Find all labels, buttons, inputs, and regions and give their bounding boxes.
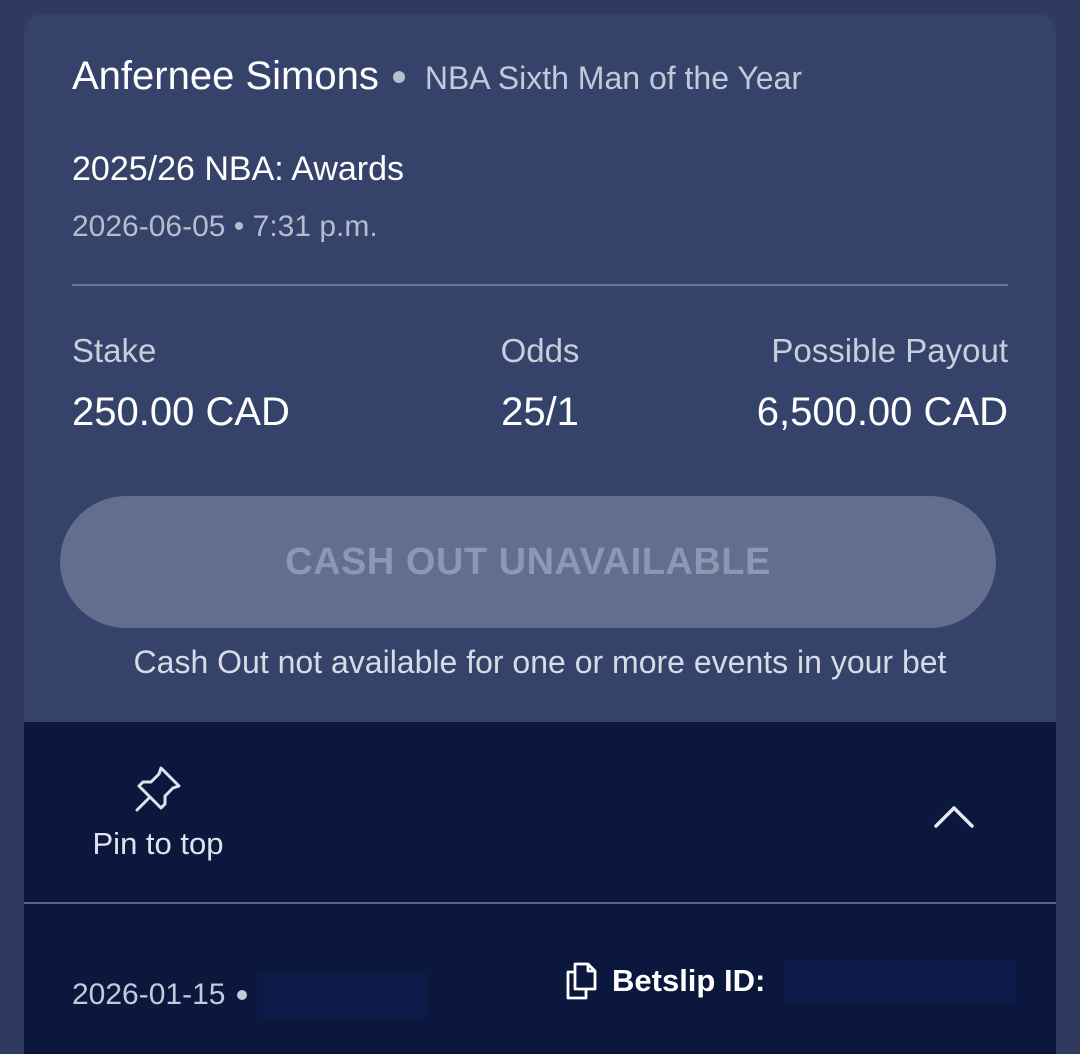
selection-row: Anfernee Simons NBA Sixth Man of the Yea… [72,54,802,99]
bet-details: Anfernee Simons NBA Sixth Man of the Yea… [24,14,1056,722]
placed-date: 2026-01-15 [72,978,226,1011]
chevron-up-icon[interactable] [924,796,984,836]
cash-out-note: Cash Out not available for one or more e… [133,644,947,680]
odds-label: Odds [500,332,580,369]
betslip-label: Betslip ID: [612,963,766,998]
pin-to-top-button[interactable]: Pin to top [88,762,228,872]
betslip-id: Betslip ID: [564,960,1016,1002]
event-datetime: 2026-06-05 • 7:31 p.m. [72,210,378,243]
divider [72,284,1008,286]
stake-value: 250.00 CAD [72,390,290,434]
cash-out-button[interactable]: CASH OUT UNAVAILABLE [60,496,996,628]
redacted-time [257,972,428,1018]
bet-footer: Pin to top 2026-01-15 Betslip ID: [24,722,1056,1054]
bet-card: Anfernee Simons NBA Sixth Man of the Yea… [24,14,1056,1054]
separator-dot [237,990,248,1000]
payout-label: Possible Payout [771,332,1008,369]
separator-dot [392,71,405,83]
market-name: NBA Sixth Man of the Year [424,60,802,96]
footer-divider [24,902,1056,904]
stake-label: Stake [72,332,157,369]
payout-value: 6,500.00 CAD [756,390,1008,434]
selection-name: Anfernee Simons [72,54,379,98]
pin-label: Pin to top [92,826,224,861]
placed-row: 2026-01-15 [72,972,428,1018]
event-name: 2025/26 NBA: Awards [72,150,405,188]
pin-icon [135,766,181,812]
odds-value: 25/1 [501,390,579,434]
redacted-betslip-id [785,960,1016,1002]
copy-icon[interactable] [564,961,598,1001]
